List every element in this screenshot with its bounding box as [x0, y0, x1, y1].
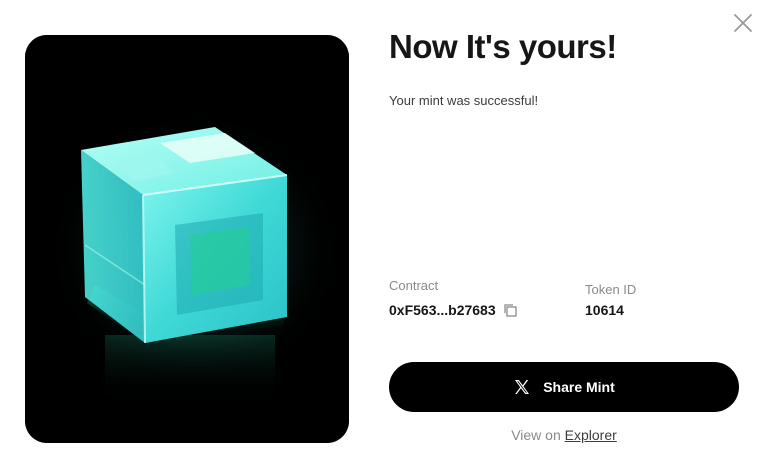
contract-label: Contract: [389, 278, 439, 293]
contract-value: 0xF563...b27683: [389, 302, 496, 318]
page-title: Now It's yours!: [389, 28, 617, 65]
mint-success-dialog: Now It's yours! Your mint was successful…: [0, 0, 781, 476]
success-message: Your mint was successful!: [389, 93, 539, 108]
view-on-explorer: View on Explorer: [389, 427, 739, 443]
x-logo-icon: [513, 378, 531, 396]
close-icon: [730, 10, 756, 36]
copy-icon[interactable]: [502, 302, 518, 318]
contract-address: 0xF563...b27683: [389, 302, 518, 318]
token-id-label: Token ID: [585, 282, 637, 297]
close-button[interactable]: [730, 10, 756, 36]
view-on-text: View on: [511, 427, 561, 443]
explorer-link[interactable]: Explorer: [565, 427, 617, 443]
token-id-value: 10614: [585, 302, 624, 318]
share-mint-label: Share Mint: [543, 379, 615, 395]
share-mint-button[interactable]: Share Mint: [389, 362, 739, 412]
nft-image: [25, 35, 349, 443]
